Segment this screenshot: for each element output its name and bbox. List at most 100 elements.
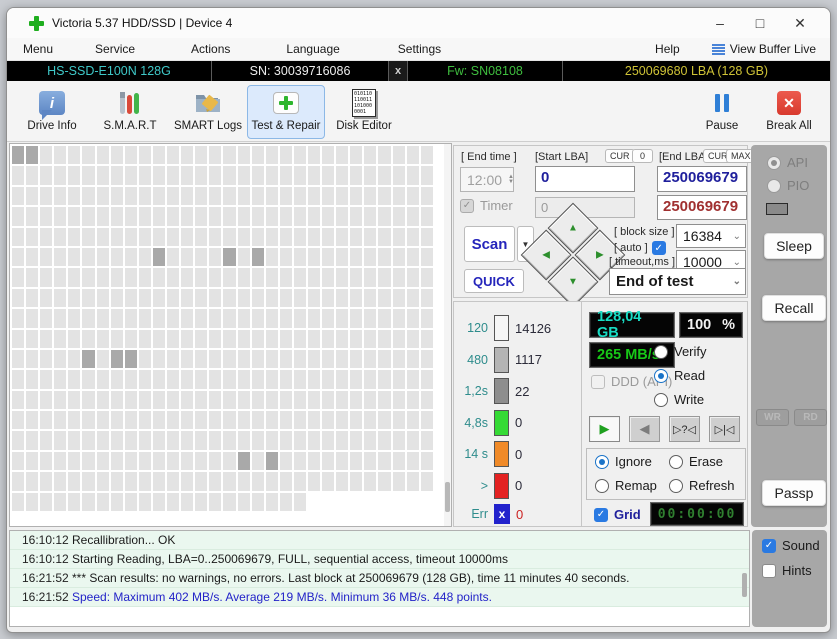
scan-block <box>350 370 363 389</box>
auto-checkbox[interactable]: [ auto ] ✓ <box>614 241 666 255</box>
ignore-radio[interactable]: Ignore <box>595 454 652 469</box>
read-radio[interactable]: Read <box>654 368 705 383</box>
scan-block <box>293 309 306 328</box>
ignore-radio-icon <box>595 454 609 469</box>
maximize-button[interactable]: □ <box>740 9 780 37</box>
scan-block <box>420 309 433 328</box>
scan-block <box>265 431 278 450</box>
block-size-combo[interactable]: 16384 ⌄ <box>676 224 746 248</box>
break-all-button[interactable]: ✕ Break All <box>754 85 824 139</box>
scan-block <box>378 411 391 430</box>
window-title: Victoria 5.37 HDD/SSD | Device 4 <box>52 16 233 30</box>
scan-block <box>293 207 306 226</box>
scan-block <box>26 349 39 369</box>
timeout-label: [ timeout,ms ] <box>609 256 676 268</box>
scan-block <box>307 268 321 287</box>
smart-logs-button[interactable]: SMART Logs <box>169 85 247 139</box>
disk-editor-button[interactable]: 010110 110011 101000 0001 Disk Editor <box>325 85 403 139</box>
scan-block <box>378 247 391 267</box>
write-radio[interactable]: Write <box>654 392 704 407</box>
scan-block <box>336 146 349 165</box>
smart-button[interactable]: S.M.A.R.T <box>91 85 169 139</box>
erase-radio[interactable]: Erase <box>669 454 723 469</box>
scan-block <box>96 329 109 348</box>
menu-item-help[interactable]: Help <box>647 40 688 58</box>
scan-block <box>265 268 278 287</box>
scan-block <box>68 186 81 206</box>
timer-checkbox[interactable]: ✓ Timer <box>460 198 513 213</box>
scan-block <box>138 472 151 491</box>
close-button[interactable]: ✕ <box>780 9 820 37</box>
minimize-button[interactable]: – <box>700 9 740 37</box>
start-lba-input[interactable]: 0 <box>535 166 635 192</box>
spinner-arrows-icon[interactable]: ▲ ▼ <box>508 174 514 185</box>
scan-block <box>181 166 194 185</box>
scan-block <box>293 247 306 267</box>
rd-button[interactable]: RD <box>794 409 827 426</box>
pio-radio[interactable]: PIO <box>767 178 809 193</box>
start-lba-cur-button[interactable]: CUR <box>605 149 635 163</box>
api-radio[interactable]: API <box>767 155 808 170</box>
sound-checkbox[interactable]: ✓ Sound <box>762 538 820 553</box>
scan-block <box>181 268 194 287</box>
scan-block <box>265 472 278 491</box>
scan-block <box>237 166 250 185</box>
pause-button[interactable]: Pause <box>690 85 754 139</box>
menu-item-settings[interactable]: Settings <box>390 40 449 58</box>
grid-checkbox[interactable]: ✓ Grid <box>594 507 641 522</box>
scan-block <box>167 390 180 410</box>
scan-block <box>223 411 236 430</box>
title-bar: Victoria 5.37 HDD/SSD | Device 4 – □ ✕ <box>7 8 830 38</box>
end-lba-input[interactable]: 250069679 <box>657 166 747 192</box>
start-lba-zero-button[interactable]: 0 <box>632 149 654 163</box>
scan-block <box>293 146 306 165</box>
seek-end-button[interactable]: ▷|◁ <box>709 416 740 442</box>
hints-checkbox-icon <box>762 563 776 578</box>
menu-item-menu[interactable]: Menu <box>15 40 61 58</box>
verify-radio[interactable]: Verify <box>654 344 707 359</box>
scan-block <box>223 166 236 185</box>
menu-item-language[interactable]: Language <box>278 40 347 58</box>
end-time-spinner[interactable]: 12:00 ▲ ▼ <box>460 167 514 192</box>
menu-item-service[interactable]: Service <box>87 40 143 58</box>
passp-button[interactable]: Passp <box>762 480 826 506</box>
log-scrollbar[interactable] <box>742 531 748 626</box>
buffer-lines-icon <box>711 43 725 55</box>
log-entry: 16:10:12 Recallibration... OK <box>10 531 749 550</box>
scan-block <box>138 227 151 246</box>
stat-row-120: 120 14126 <box>454 315 581 341</box>
refresh-radio[interactable]: Refresh <box>669 478 735 493</box>
recall-button[interactable]: Recall <box>762 295 826 321</box>
wr-button[interactable]: WR <box>756 409 789 426</box>
scan-block <box>12 349 25 369</box>
hints-checkbox[interactable]: Hints <box>762 563 812 578</box>
scan-block <box>279 207 292 226</box>
view-buffer-live-button[interactable]: View Buffer Live <box>711 42 816 56</box>
infobar-close-button[interactable]: x <box>389 61 408 81</box>
scan-block <box>279 492 292 512</box>
scan-block <box>54 431 67 450</box>
start-button[interactable]: ▶ <box>589 416 620 442</box>
scan-block <box>336 411 349 430</box>
remap-radio[interactable]: Remap <box>595 478 657 493</box>
scan-block <box>12 411 25 430</box>
menu-item-actions[interactable]: Actions <box>183 40 238 58</box>
scan-block <box>265 288 278 308</box>
sleep-button[interactable]: Sleep <box>764 233 824 259</box>
scan-block <box>167 492 180 512</box>
speed-block-icon <box>494 441 509 467</box>
back-button[interactable]: ◀ <box>629 416 660 442</box>
scan-block <box>322 227 335 246</box>
scan-button[interactable]: Scan <box>464 226 515 262</box>
scan-block <box>12 288 25 308</box>
test-repair-button[interactable]: Test & Repair <box>247 85 325 139</box>
scan-block <box>378 268 391 287</box>
scan-block <box>322 329 335 348</box>
grid-scrollbar[interactable] <box>444 144 451 526</box>
end-of-test-combo[interactable]: End of test ⌄ <box>609 268 746 295</box>
seek-error-button[interactable]: ▷?◁ <box>669 416 700 442</box>
quick-button[interactable]: QUICK <box>464 269 524 293</box>
scan-block <box>223 431 236 450</box>
drive-info-button[interactable]: i Drive Info <box>13 85 91 139</box>
scan-block <box>279 247 292 267</box>
